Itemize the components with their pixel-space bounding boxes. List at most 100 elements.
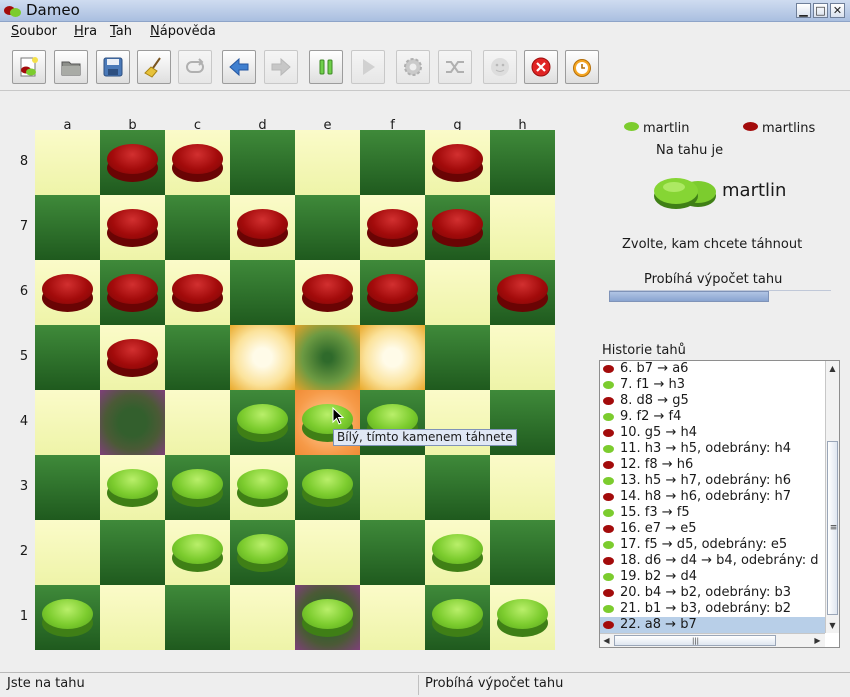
green-piece-h1[interactable]: [497, 599, 548, 637]
square-a4[interactable]: [35, 390, 100, 455]
square-e5[interactable]: [295, 325, 360, 390]
square-d6[interactable]: [230, 260, 295, 325]
loop-button[interactable]: [178, 50, 212, 84]
history-row[interactable]: 19. b2 → d4: [600, 569, 825, 585]
scroll-down-icon[interactable]: ▼: [826, 619, 839, 632]
red-piece-g8[interactable]: [432, 144, 483, 182]
square-d8[interactable]: [230, 130, 295, 195]
square-h3[interactable]: [490, 455, 555, 520]
play-button[interactable]: [351, 50, 385, 84]
red-piece-c6[interactable]: [172, 274, 223, 312]
square-b6[interactable]: [100, 260, 165, 325]
history-row[interactable]: 7. f1 → h3: [600, 377, 825, 393]
history-row[interactable]: 21. b1 → b3, odebrány: b2: [600, 601, 825, 617]
square-f5[interactable]: [360, 325, 425, 390]
scroll-left-icon[interactable]: ◀: [600, 634, 613, 647]
square-f3[interactable]: [360, 455, 425, 520]
square-g5[interactable]: [425, 325, 490, 390]
square-c3[interactable]: [165, 455, 230, 520]
pause-button[interactable]: [309, 50, 343, 84]
square-g3[interactable]: [425, 455, 490, 520]
square-f7[interactable]: [360, 195, 425, 260]
red-piece-g7[interactable]: [432, 209, 483, 247]
square-c7[interactable]: [165, 195, 230, 260]
history-row[interactable]: 13. h5 → h7, odebrány: h6: [600, 473, 825, 489]
square-d5[interactable]: [230, 325, 295, 390]
square-e8[interactable]: [295, 130, 360, 195]
square-b7[interactable]: [100, 195, 165, 260]
square-a2[interactable]: [35, 520, 100, 585]
square-a5[interactable]: [35, 325, 100, 390]
menu-napoveda[interactable]: Nápověda: [150, 24, 216, 39]
square-d2[interactable]: [230, 520, 295, 585]
square-h5[interactable]: [490, 325, 555, 390]
square-b3[interactable]: [100, 455, 165, 520]
history-row[interactable]: 14. h8 → h6, odebrány: h7: [600, 489, 825, 505]
green-piece-d3[interactable]: [237, 469, 288, 507]
square-e2[interactable]: [295, 520, 360, 585]
square-a8[interactable]: [35, 130, 100, 195]
green-piece-g1[interactable]: [432, 599, 483, 637]
square-d1[interactable]: [230, 585, 295, 650]
square-e7[interactable]: [295, 195, 360, 260]
green-piece-a1[interactable]: [42, 599, 93, 637]
square-a3[interactable]: [35, 455, 100, 520]
square-g2[interactable]: [425, 520, 490, 585]
history-vertical-scrollbar[interactable]: ▲ ≡ ▼: [825, 361, 839, 633]
square-g1[interactable]: [425, 585, 490, 650]
square-e1[interactable]: [295, 585, 360, 650]
history-row[interactable]: 16. e7 → e5: [600, 521, 825, 537]
history-row[interactable]: 9. f2 → f4: [600, 409, 825, 425]
green-piece-c3[interactable]: [172, 469, 223, 507]
square-b2[interactable]: [100, 520, 165, 585]
history-row[interactable]: 20. b4 → b2, odebrány: b3: [600, 585, 825, 601]
hint-button[interactable]: [483, 50, 517, 84]
square-d3[interactable]: [230, 455, 295, 520]
history-row[interactable]: 6. b7 → a6: [600, 361, 825, 377]
history-row[interactable]: 8. d8 → g5: [600, 393, 825, 409]
history-row[interactable]: 12. f8 → h6: [600, 457, 825, 473]
save-button[interactable]: [96, 50, 130, 84]
history-row[interactable]: 17. f5 → d5, odebrány: e5: [600, 537, 825, 553]
square-h8[interactable]: [490, 130, 555, 195]
square-f2[interactable]: [360, 520, 425, 585]
vertical-scroll-thumb[interactable]: ≡: [827, 441, 838, 615]
square-c2[interactable]: [165, 520, 230, 585]
red-piece-b5[interactable]: [107, 339, 158, 377]
menu-soubor[interactable]: Soubor: [11, 24, 57, 39]
new-game-button[interactable]: [12, 50, 46, 84]
red-piece-a6[interactable]: [42, 274, 93, 312]
timer-button[interactable]: [565, 50, 599, 84]
red-piece-h6[interactable]: [497, 274, 548, 312]
red-piece-f6[interactable]: [367, 274, 418, 312]
square-e3[interactable]: [295, 455, 360, 520]
red-piece-b8[interactable]: [107, 144, 158, 182]
green-piece-e1[interactable]: [302, 599, 353, 637]
green-piece-d2[interactable]: [237, 534, 288, 572]
green-piece-g2[interactable]: [432, 534, 483, 572]
green-piece-e3[interactable]: [302, 469, 353, 507]
redo-button[interactable]: [264, 50, 298, 84]
green-piece-b3[interactable]: [107, 469, 158, 507]
square-h7[interactable]: [490, 195, 555, 260]
history-horizontal-scrollbar[interactable]: ◀ ||| ▶: [600, 633, 825, 647]
square-c4[interactable]: [165, 390, 230, 455]
clear-button[interactable]: [137, 50, 171, 84]
history-row[interactable]: 11. h3 → h5, odebrány: h4: [600, 441, 825, 457]
scroll-right-icon[interactable]: ▶: [811, 634, 824, 647]
square-a7[interactable]: [35, 195, 100, 260]
square-f1[interactable]: [360, 585, 425, 650]
square-d4[interactable]: [230, 390, 295, 455]
square-g6[interactable]: [425, 260, 490, 325]
square-b5[interactable]: [100, 325, 165, 390]
square-d7[interactable]: [230, 195, 295, 260]
square-e6[interactable]: [295, 260, 360, 325]
history-row[interactable]: 22. a8 → b7: [600, 617, 825, 633]
open-button[interactable]: [54, 50, 88, 84]
square-f6[interactable]: [360, 260, 425, 325]
history-row[interactable]: 18. d6 → d4 → b4, odebrány: d: [600, 553, 825, 569]
square-g7[interactable]: [425, 195, 490, 260]
square-a6[interactable]: [35, 260, 100, 325]
square-f8[interactable]: [360, 130, 425, 195]
minimize-button[interactable]: ▁: [796, 3, 811, 18]
